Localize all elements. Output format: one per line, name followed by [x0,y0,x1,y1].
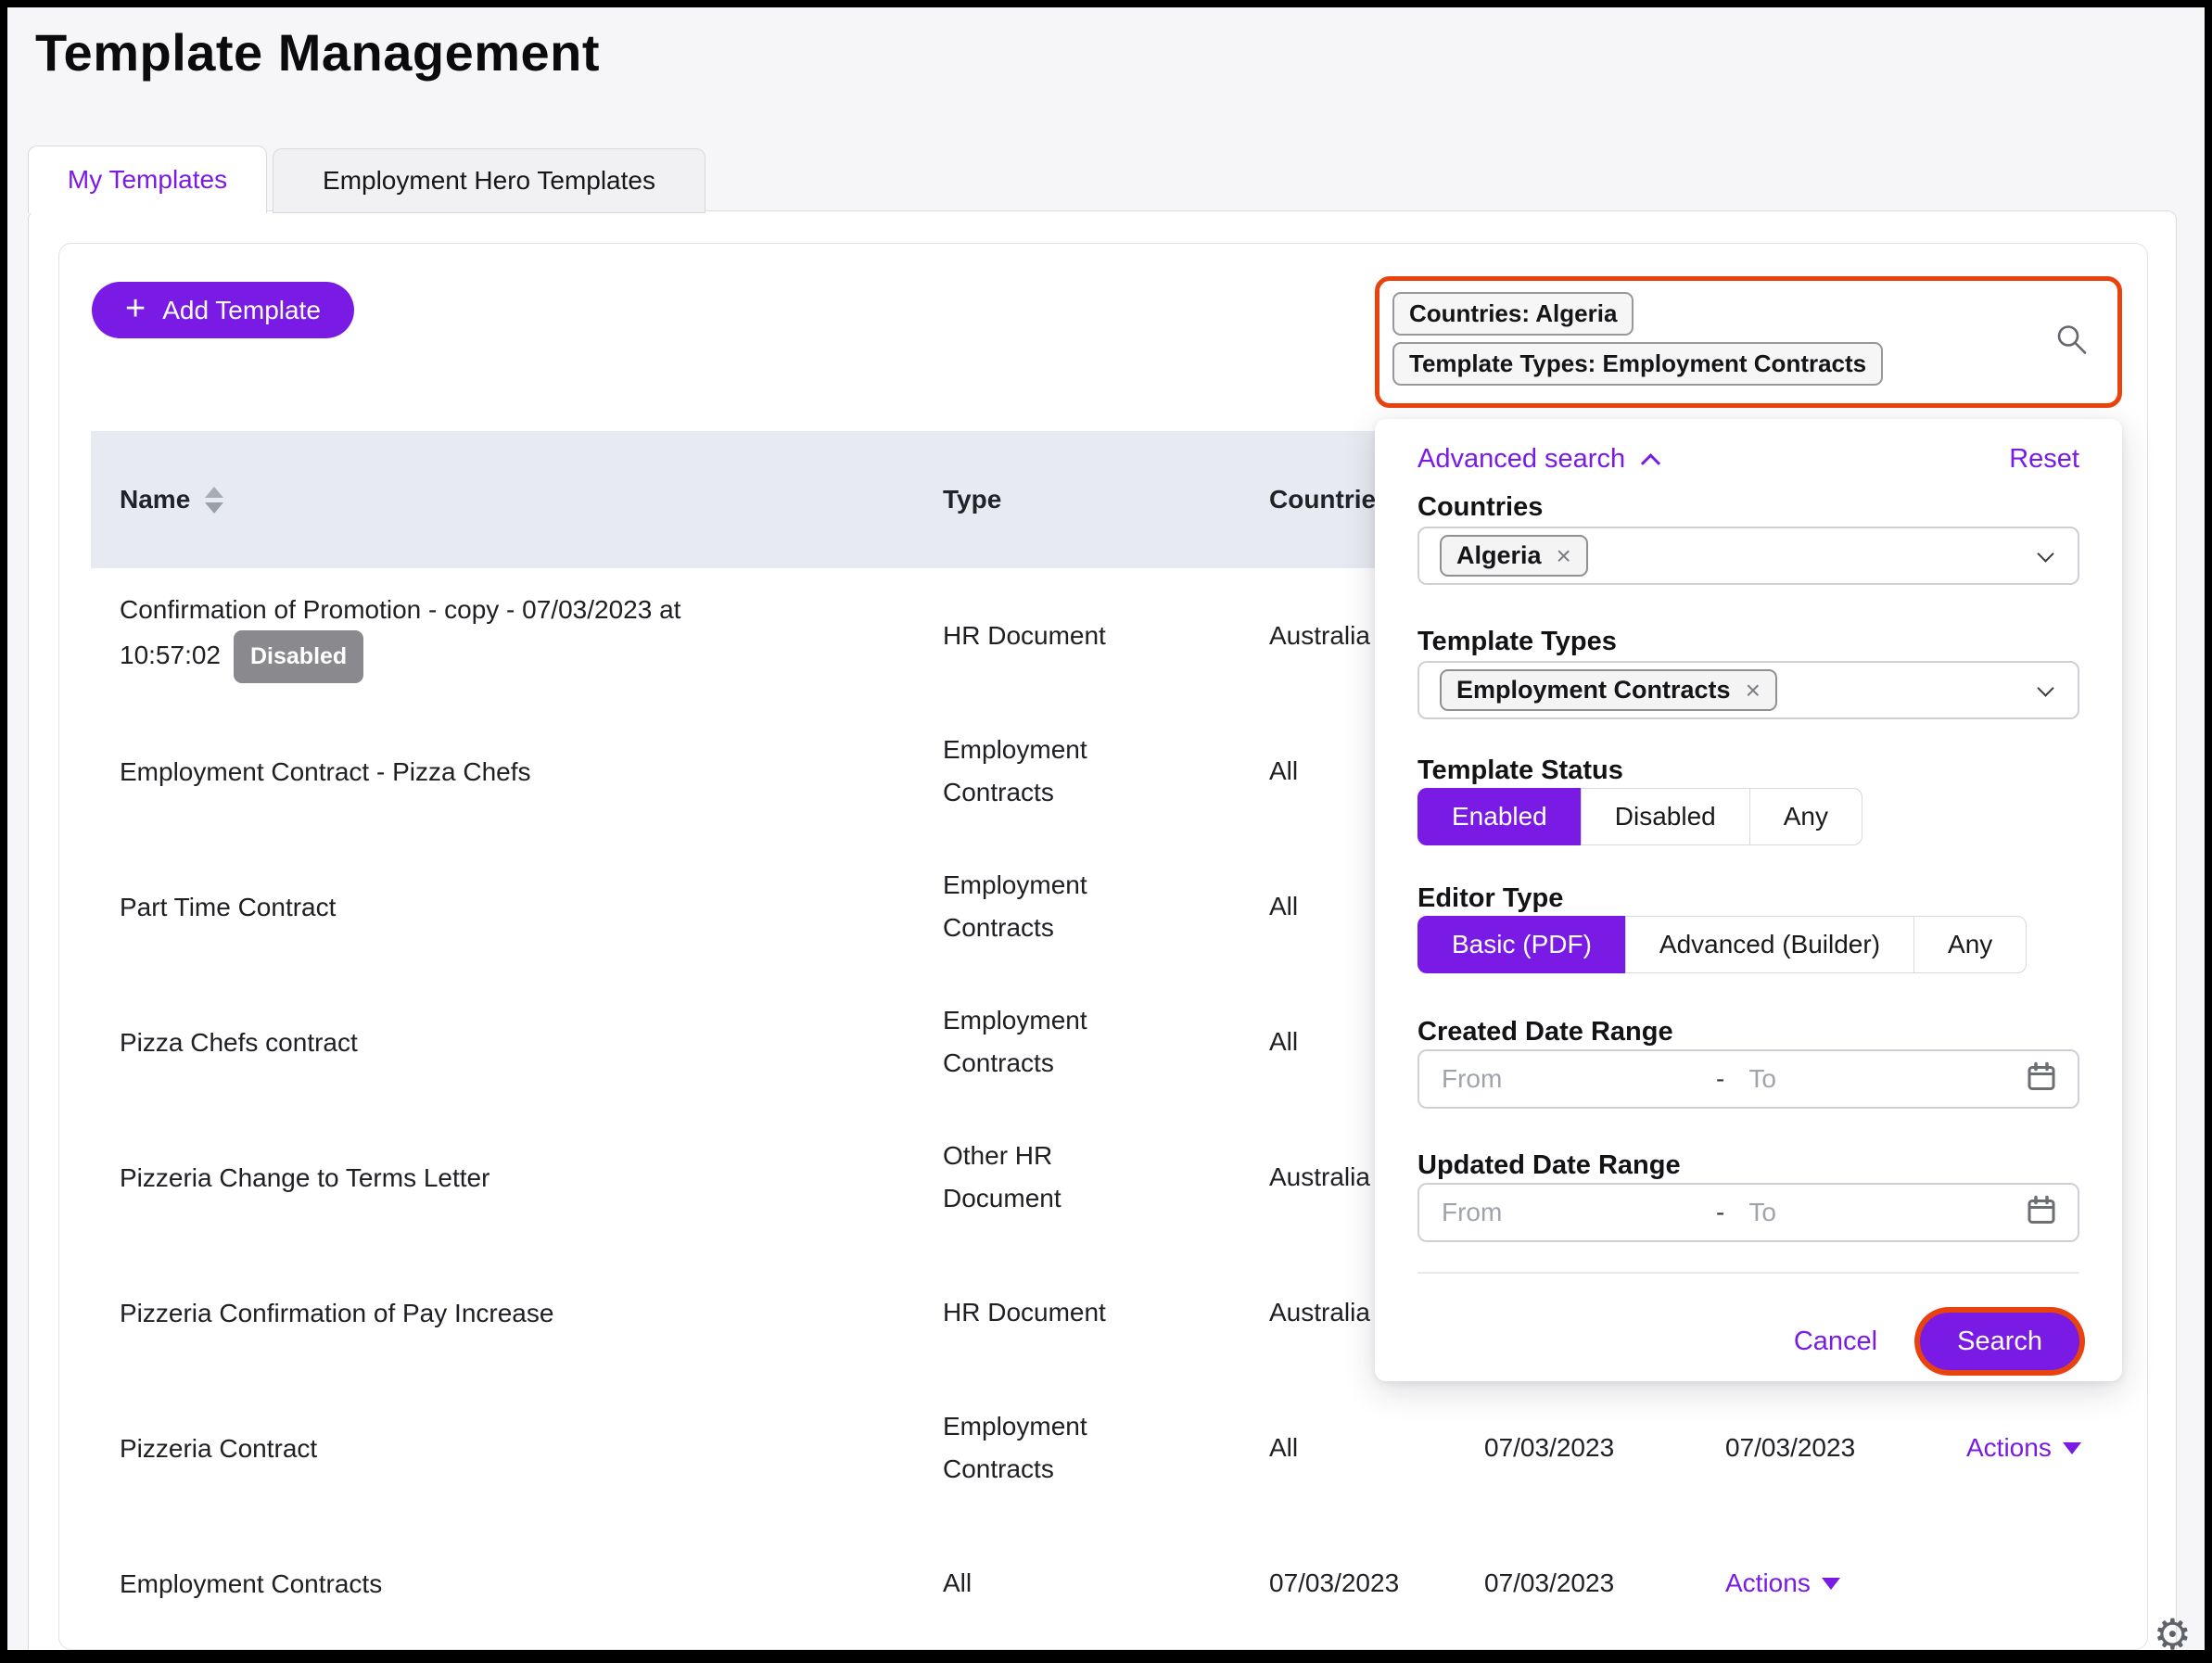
filter-chip-countries: Countries: Algeria [1392,292,1634,336]
date-range-separator: - [1716,1064,1724,1094]
tab-my-templates[interactable]: My Templates [28,146,267,213]
tab-my-templates-label: My Templates [68,165,227,195]
created-date-range-label: Created Date Range [1417,1016,2079,1047]
template-type: Other HR Document [943,1135,1176,1220]
sort-up-icon [205,487,223,498]
countries-select[interactable]: Algeria × [1417,527,2079,585]
actions-button[interactable]: Actions [1966,1433,2081,1463]
gear-icon[interactable]: ⚙ [2154,1609,2192,1650]
panel-divider [1417,1272,2079,1274]
template-name: Pizza Chefs contract [120,1022,759,1063]
page-title: Template Management [35,22,600,83]
template-name: Employment Contracts [120,1563,759,1605]
status-option-any[interactable]: Any [1749,788,1862,845]
created-to-field[interactable] [1748,1064,1943,1094]
template-type: All [943,1562,1176,1605]
template-countries: All [1269,1433,1484,1463]
created-date-range-input[interactable]: - [1417,1049,2079,1109]
filter-chip-template-types: Template Types: Employment Contracts [1392,342,1883,386]
editor-option-any[interactable]: Any [1913,916,2027,973]
editor-type-toggle: Basic (PDF) Advanced (Builder) Any [1417,916,2079,973]
template-status-label: Template Status [1417,755,2079,786]
search-icon[interactable] [2054,323,2090,362]
reset-button[interactable]: Reset [2009,444,2079,475]
updated-from-field[interactable] [1442,1198,1716,1227]
chevron-down-icon [2063,1442,2081,1454]
plus-icon: + [125,291,146,326]
status-option-disabled[interactable]: Disabled [1581,788,1750,845]
add-template-button[interactable]: + Add Template [92,282,354,338]
updated-date: 07/03/2023 [1484,1568,1725,1598]
template-type: Employment Contracts [943,729,1176,814]
template-name: Confirmation of Promotion - copy - 07/03… [120,589,759,683]
template-name: Part Time Contract [120,886,759,928]
selected-country-chip[interactable]: Algeria × [1440,535,1588,577]
created-from-field[interactable] [1442,1064,1716,1094]
selected-template-type-chip[interactable]: Employment Contracts × [1440,669,1777,711]
sort-down-icon [205,502,223,514]
template-types-label: Template Types [1417,626,2079,657]
advanced-search-panel: Advanced search Reset Countries Algeria … [1375,419,2122,1381]
updated-date: 07/03/2023 [1725,1433,1966,1463]
status-badge: Disabled [234,630,363,683]
chevron-down-icon [2037,545,2053,562]
column-header-name[interactable]: Name [120,485,943,514]
editor-option-advanced-builder[interactable]: Advanced (Builder) [1625,916,1914,973]
remove-country-icon[interactable]: × [1557,543,1571,569]
column-header-type: Type [943,485,1269,514]
page: Template Management My Templates Employm… [7,7,2205,1650]
chevron-down-icon [2037,679,2053,696]
editor-option-basic-pdf[interactable]: Basic (PDF) [1417,916,1626,973]
template-status-toggle: Enabled Disabled Any [1417,788,2079,845]
template-type: Employment Contracts [943,1405,1176,1491]
table-row: Pizzeria Contract Employment Contracts A… [91,1380,2117,1516]
updated-date-range-input[interactable]: - [1417,1183,2079,1242]
date-range-separator: - [1716,1198,1724,1227]
template-type: Employment Contracts [943,864,1176,949]
calendar-icon[interactable] [2026,1061,2057,1098]
add-template-label: Add Template [162,296,321,325]
remove-template-type-icon[interactable]: × [1746,678,1761,704]
template-type: HR Document [943,615,1176,657]
template-name: Pizzeria Change to Terms Letter [120,1157,759,1199]
status-option-enabled[interactable]: Enabled [1417,788,1582,845]
template-types-select[interactable]: Employment Contracts × [1417,661,2079,719]
calendar-icon[interactable] [2026,1195,2057,1231]
advanced-search-toggle[interactable]: Advanced search [1417,444,1658,475]
updated-date-range-label: Updated Date Range [1417,1149,2079,1181]
template-name: Pizzeria Confirmation of Pay Increase [120,1292,759,1334]
countries-label: Countries [1417,491,2079,523]
table-row: Employment Contracts All 07/03/2023 07/0… [91,1516,2117,1650]
created-date: 07/03/2023 [1484,1433,1725,1463]
actions-button[interactable]: Actions [1725,1568,1840,1598]
template-name: Pizzeria Contract [120,1428,759,1469]
tab-bar: My Templates Employment Hero Templates [28,146,706,213]
chevron-up-icon [1641,453,1660,473]
editor-type-label: Editor Type [1417,882,2079,914]
tab-employment-hero-templates[interactable]: Employment Hero Templates [273,148,706,213]
search-filter-box[interactable]: Countries: Algeria Template Types: Emplo… [1375,276,2122,408]
template-name: Employment Contract - Pizza Chefs [120,751,759,793]
cancel-button[interactable]: Cancel [1794,1327,1877,1357]
tab-employment-hero-templates-label: Employment Hero Templates [323,166,655,196]
search-button[interactable]: Search [1920,1313,2079,1370]
sort-icon[interactable] [205,487,223,514]
template-type: Employment Contracts [943,999,1176,1085]
chevron-down-icon [1822,1578,1840,1590]
template-type: HR Document [943,1291,1176,1334]
updated-to-field[interactable] [1748,1198,1943,1227]
created-date: 07/03/2023 [1269,1568,1484,1598]
